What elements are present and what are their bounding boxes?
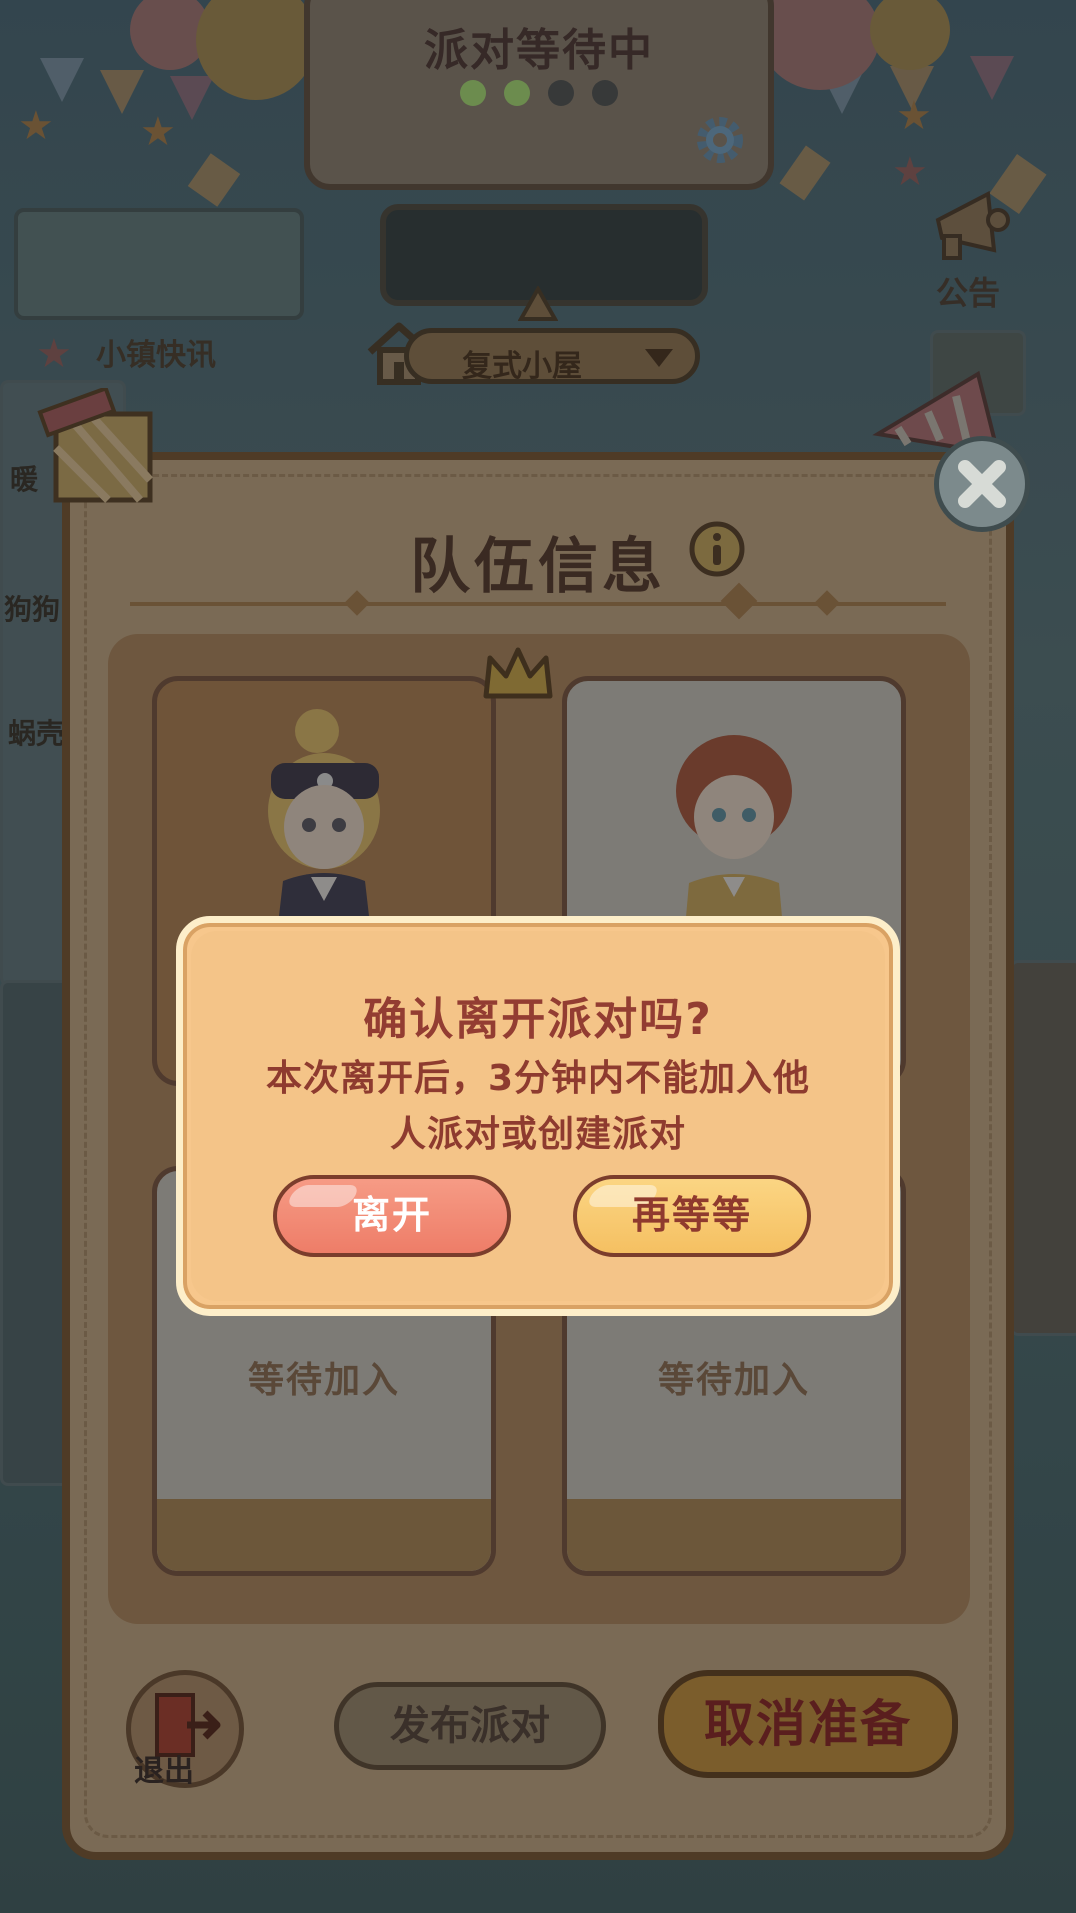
player-avatar: [268, 709, 380, 951]
leave-party-confirm-dialog: 确认离开派对吗? 本次离开后，3分钟内不能加入他 人派对或创建派对 离开 再等等: [176, 916, 900, 1316]
dialog-message-line: 本次离开后，3分钟内不能加入他: [265, 1058, 811, 1099]
waiting-label: 等待加入: [247, 1360, 400, 1401]
gift-box-icon: [37, 388, 153, 503]
close-button[interactable]: [934, 436, 1030, 532]
leave-button[interactable]: 离开: [273, 1175, 511, 1257]
dialog-title: 确认离开派对吗?: [363, 994, 713, 1045]
info-icon[interactable]: [688, 520, 746, 578]
close-icon: [958, 460, 1006, 508]
dialog-message: 本次离开后，3分钟内不能加入他 人派对或创建派对: [243, 1051, 833, 1163]
player-avatar: [676, 735, 792, 951]
wait-button-label: 再等等: [631, 1193, 752, 1237]
publish-party-button[interactable]: 发布派对: [334, 1682, 606, 1770]
dialog-message-line: 人派对或创建派对: [389, 1114, 686, 1155]
waiting-label: 等待加入: [657, 1360, 810, 1401]
exit-label[interactable]: 退出: [134, 1746, 194, 1790]
leave-button-label: 离开: [351, 1193, 432, 1237]
panel-title: 队伍信息: [410, 532, 666, 602]
crown-icon: [483, 647, 553, 699]
cancel-ready-button[interactable]: 取消准备: [658, 1670, 958, 1778]
wait-button[interactable]: 再等等: [573, 1175, 811, 1257]
